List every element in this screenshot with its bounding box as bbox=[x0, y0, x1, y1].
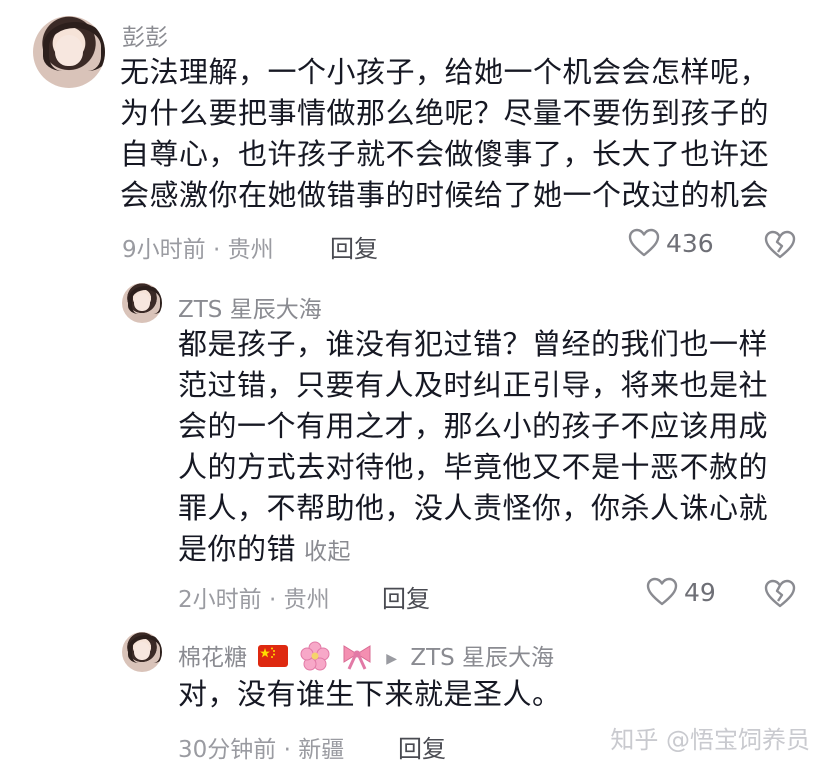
comment-line-text: 是你的错 bbox=[178, 532, 297, 566]
comment-text: 无法理解，一个小孩子，给她一个机会会怎样呢， 为什么要把事情做那么绝呢？尽量不要… bbox=[120, 52, 769, 216]
triangle-right-icon: ▶ bbox=[386, 650, 398, 667]
like-count: 436 bbox=[666, 228, 714, 258]
china-flag-emoji bbox=[258, 644, 289, 673]
avatar[interactable] bbox=[122, 632, 162, 672]
username[interactable]: 棉花糖 bbox=[178, 645, 247, 671]
comment-line: 是你的错 收起 bbox=[178, 529, 768, 573]
heart-outline-icon bbox=[646, 577, 678, 607]
reply-button[interactable]: 回复 bbox=[330, 229, 378, 264]
avatar-face bbox=[54, 34, 84, 67]
reply-button[interactable]: 回复 bbox=[398, 729, 446, 764]
comment-line: 对，没有谁生下来就是圣人。 bbox=[178, 677, 562, 711]
ribbon-emoji bbox=[341, 642, 373, 676]
comment-line: 为什么要把事情做那么绝呢？尽量不要伤到孩子的 bbox=[120, 96, 770, 130]
comment-meta: 9小时前 · 贵州 bbox=[122, 237, 274, 263]
collapse-button[interactable]: 收起 bbox=[304, 539, 351, 565]
username[interactable]: 彭彭 bbox=[122, 18, 168, 52]
reply-button[interactable]: 回复 bbox=[382, 579, 430, 614]
reply-to-username[interactable]: ZTS 星辰大海 bbox=[410, 645, 554, 671]
username-row: 棉花糖 ▶ ZTS 星辰大海 bbox=[178, 638, 554, 677]
avatar[interactable] bbox=[122, 283, 162, 323]
comment-line: 范过错，只要有人及时纠正引导，将来也是社 bbox=[178, 368, 769, 402]
broken-heart-icon[interactable] bbox=[764, 579, 796, 613]
comment-line: 会感激你在她做错事的时候给了她一个改过的机会 bbox=[120, 178, 770, 212]
comment-line: 都是孩子，谁没有犯过错？曾经的我们也一样 bbox=[178, 327, 769, 361]
heart-outline-icon bbox=[628, 228, 660, 258]
username[interactable]: ZTS 星辰大海 bbox=[178, 290, 322, 324]
broken-heart-icon[interactable] bbox=[764, 230, 796, 264]
comment-text: 都是孩子，谁没有犯过错？曾经的我们也一样 范过错，只要有人及时纠正引导，将来也是… bbox=[178, 324, 768, 573]
comment-line: 会的一个有用之才，那么小的孩子不应该用成 bbox=[178, 409, 769, 443]
avatar-face bbox=[134, 293, 150, 311]
comment-line: 无法理解，一个小孩子，给她一个机会会怎样呢， bbox=[120, 55, 770, 89]
comment-meta: 2小时前 · 贵州 bbox=[178, 587, 330, 613]
avatar-face bbox=[134, 642, 150, 660]
comment-line: 自尊心，也许孩子就不会做傻事了，长大了也许还 bbox=[120, 137, 770, 171]
cherry-blossom-emoji bbox=[300, 641, 330, 677]
comment-line: 罪人，不帮助他，没人责怪你，你杀人诛心就 bbox=[178, 491, 769, 525]
avatar[interactable] bbox=[33, 16, 105, 88]
comment-text: 对，没有谁生下来就是圣人。 bbox=[178, 674, 562, 715]
watermark: 知乎 @悟宝饲养员 bbox=[610, 726, 810, 754]
like-button[interactable]: 436 bbox=[628, 228, 714, 258]
comment-meta: 30分钟前 · 新疆 bbox=[178, 737, 345, 763]
like-button[interactable]: 49 bbox=[646, 577, 716, 607]
like-count: 49 bbox=[684, 577, 716, 607]
comment-line: 人的方式去对待他，毕竟他又不是十恶不赦的 bbox=[178, 450, 769, 484]
